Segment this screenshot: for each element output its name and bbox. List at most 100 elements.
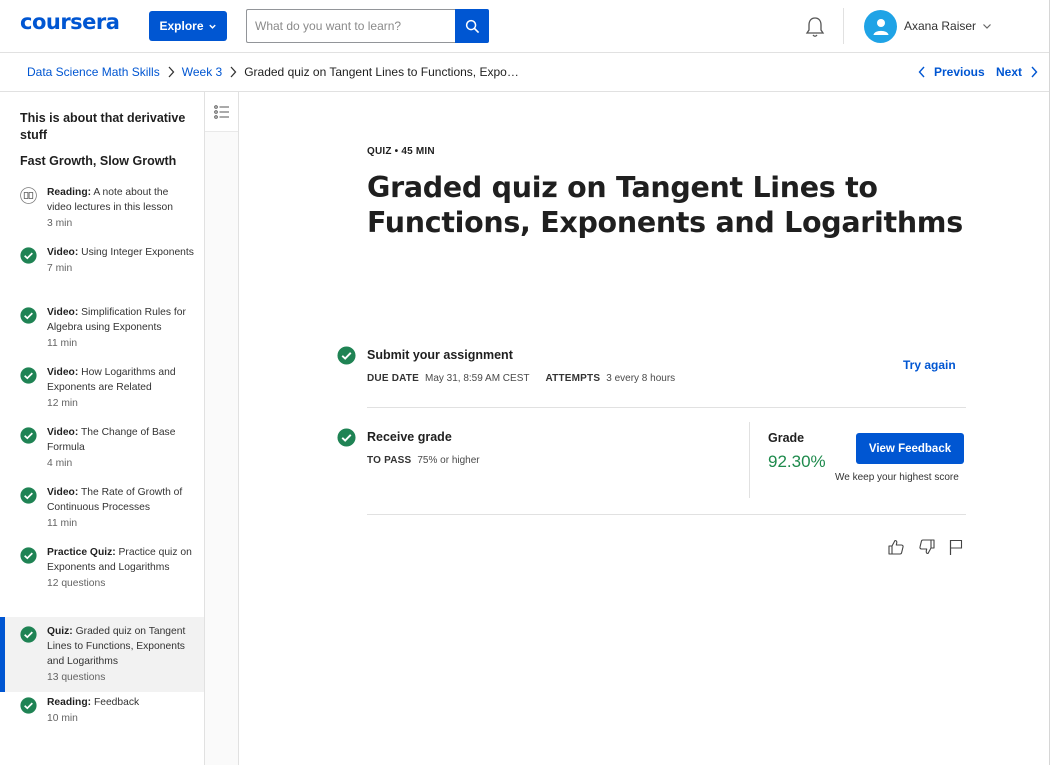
sidebar-item-duration: 11 min [47, 338, 78, 349]
top-header: coursera Explore Axana Raiser [0, 0, 1050, 53]
reading-icon [20, 187, 37, 204]
sidebar-item-label: Reading: Feedback [47, 695, 194, 710]
next-button[interactable]: Next [996, 65, 1038, 79]
check-circle-icon [20, 247, 37, 264]
sidebar-item-duration: 7 min [47, 263, 73, 274]
sidebar-item-label: Video: The Change of Base Formula [47, 425, 194, 455]
receive-grade-title: Receive grade [367, 430, 452, 444]
pass-meta: TO PASS 75% or higher [367, 455, 496, 466]
outline-toggle-button[interactable] [205, 92, 238, 132]
sidebar-item-duration: 4 min [47, 458, 73, 469]
check-circle-icon [20, 307, 37, 324]
sidebar-item-label: Reading: A note about the video lectures… [47, 185, 194, 215]
section-title: Fast Growth, Slow Growth [20, 154, 177, 168]
sidebar-item-label: Video: The Rate of Growth of Continuous … [47, 485, 194, 515]
check-circle-icon [337, 428, 356, 447]
quiz-meta: QUIZ • 45 MIN [367, 146, 435, 157]
coursera-logo[interactable]: coursera [20, 10, 120, 34]
breadcrumb: Data Science Math Skills Week 3 Graded q… [27, 65, 519, 79]
sidebar-item-duration: 12 min [47, 398, 78, 409]
chevron-right-icon [229, 66, 237, 78]
next-label: Next [996, 65, 1023, 79]
breadcrumb-course[interactable]: Data Science Math Skills [27, 65, 160, 79]
list-icon [213, 104, 229, 119]
sidebar-item-duration: 3 min [47, 218, 73, 229]
check-circle-icon [20, 547, 37, 564]
sidebar-item-label: Video: Simplification Rules for Algebra … [47, 305, 194, 335]
sidebar-item-duration: 12 questions [47, 578, 106, 589]
previous-button[interactable]: Previous [918, 65, 985, 79]
user-menu[interactable]: Axana Raiser [864, 9, 992, 43]
grade-label: Grade [768, 431, 805, 445]
explore-label: Explore [159, 19, 204, 33]
check-circle-icon [20, 697, 37, 714]
highest-score-note: We keep your highest score [835, 472, 959, 483]
avatar [864, 9, 897, 43]
sidebar-item-type: Quiz: [47, 626, 73, 637]
breadcrumb-current: Graded quiz on Tangent Lines to Function… [244, 65, 519, 79]
chevron-right-icon [167, 66, 175, 78]
attempts-label: ATTEMPTS [545, 373, 601, 384]
check-circle-icon [20, 626, 37, 643]
to-pass-value: 75% or higher [417, 455, 480, 466]
sidebar-item-label: Video: How Logarithms and Exponents are … [47, 365, 194, 395]
try-again-button[interactable]: Try again [903, 358, 956, 372]
sidebar-item-type: Reading: [47, 697, 92, 708]
check-circle-icon [20, 367, 37, 384]
sidebar-item-type: Video: [47, 307, 79, 318]
check-circle-icon [337, 346, 356, 365]
search-input[interactable] [246, 9, 455, 43]
grade-value: 92.30% [768, 452, 826, 471]
sidebar-item-type: Video: [47, 367, 79, 378]
chevron-right-icon [1031, 66, 1038, 78]
sidebar-item-type: Video: [47, 487, 79, 498]
sidebar-item[interactable]: Video: Simplification Rules for Algebra … [0, 302, 204, 362]
sidebar-item-label: Video: Using Integer Exponents [47, 245, 194, 260]
search-icon [465, 19, 479, 33]
thumbs-down-icon[interactable] [918, 538, 936, 556]
sidebar-item-title: Feedback [93, 697, 140, 708]
chevron-down-icon [983, 24, 991, 29]
explore-button[interactable]: Explore [149, 11, 227, 41]
sidebar-item[interactable]: Practice Quiz: Practice quiz on Exponent… [0, 542, 204, 617]
due-date-value: May 31, 8:59 AM CEST [424, 373, 530, 384]
sidebar-item[interactable]: Reading: Feedback 10 min [0, 692, 204, 732]
user-icon [873, 19, 888, 35]
submit-meta: DUE DATE May 31, 8:59 AM CEST ATTEMPTS 3… [367, 373, 691, 384]
attempts-value: 3 every 8 hours [606, 373, 676, 384]
module-title: This is about that derivative stuff [20, 111, 186, 142]
thumbs-up-icon[interactable] [887, 538, 905, 556]
check-circle-icon [20, 427, 37, 444]
sidebar-item-type: Reading: [47, 187, 92, 198]
chevron-left-icon [918, 66, 925, 78]
sidebar-item[interactable]: Video: The Rate of Growth of Continuous … [0, 482, 204, 542]
bell-icon[interactable] [804, 15, 826, 39]
page-title: Graded quiz on Tangent Lines to Function… [367, 171, 963, 239]
submit-assignment-title: Submit your assignment [367, 348, 513, 362]
sidebar-item[interactable]: Video: The Change of Base Formula 4 min [0, 422, 204, 482]
search-button[interactable] [455, 9, 489, 43]
to-pass-label: TO PASS [367, 455, 412, 466]
chevron-down-icon [208, 24, 216, 29]
view-feedback-button[interactable]: View Feedback [856, 433, 964, 464]
sidebar-item[interactable]: Quiz: Graded quiz on Tangent Lines to Fu… [0, 617, 204, 692]
header-divider [843, 8, 844, 44]
sidebar-item-title: Using Integer Exponents [81, 247, 194, 258]
divider [367, 407, 966, 408]
due-date-label: DUE DATE [367, 373, 419, 384]
check-circle-icon [20, 487, 37, 504]
sidebar-item-duration: 10 min [47, 713, 78, 724]
flag-icon[interactable] [947, 538, 965, 556]
sidebar-item-duration: 13 questions [47, 672, 106, 683]
sidebar-item[interactable]: Video: How Logarithms and Exponents are … [0, 362, 204, 422]
previous-label: Previous [934, 65, 985, 79]
sidebar-item[interactable]: Video: Using Integer Exponents 7 min [0, 242, 204, 302]
breadcrumb-week[interactable]: Week 3 [182, 65, 222, 79]
sidebar-item[interactable]: Reading: A note about the video lectures… [0, 182, 204, 242]
sidebar-item-list: Reading: A note about the video lectures… [0, 182, 204, 732]
sidebar-item-type: Practice Quiz: [47, 547, 116, 558]
user-name: Axana Raiser [904, 19, 977, 33]
grade-divider [749, 422, 750, 498]
outline-rail [205, 92, 239, 765]
course-sidebar: This is about that derivative stuff Fast… [0, 92, 205, 765]
